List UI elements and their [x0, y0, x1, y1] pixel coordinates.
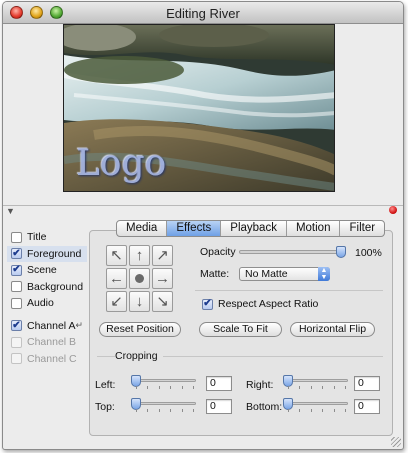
crop-left-label: Left:	[95, 379, 116, 391]
arrow-down-button[interactable]: ↓	[129, 291, 150, 312]
track-label: Foreground	[27, 247, 82, 260]
tab-filter[interactable]: Filter	[340, 221, 384, 236]
track-row[interactable]: Background	[7, 279, 87, 296]
track-label: Scene	[27, 264, 57, 277]
arrow-up-left-button[interactable]: ↖	[106, 245, 127, 266]
title-bar: Editing River	[3, 2, 403, 24]
crop-bottom-field[interactable]: 0	[354, 399, 380, 414]
center-dot-button[interactable]	[129, 268, 150, 289]
track-label: Channel A	[27, 319, 76, 332]
video-preview: Logo	[63, 24, 335, 192]
track-checkbox[interactable]: ✔	[11, 248, 22, 260]
track-checkbox	[11, 353, 22, 365]
track-label: Audio	[27, 297, 54, 310]
track-row[interactable]: Channel C	[7, 351, 87, 368]
crop-bottom-slider[interactable]	[286, 402, 348, 405]
arrow-down-left-button[interactable]: ↙	[106, 291, 127, 312]
track-list: Title ✔ Foreground ✔ Scene Background Audio ✔ Ch…	[7, 229, 87, 367]
link-hook-icon: ↵	[75, 319, 83, 330]
separator	[195, 290, 383, 291]
crop-top-field[interactable]: 0	[206, 399, 232, 414]
slider-ticks	[136, 409, 194, 413]
track-row[interactable]: ✔ Scene	[7, 262, 87, 279]
logo-overlay[interactable]: Logo	[76, 143, 166, 184]
tab-motion[interactable]: Motion	[287, 221, 341, 236]
cropping-heading: Cropping	[115, 350, 158, 362]
matte-value: No Matte	[245, 268, 288, 280]
track-label: Channel C	[27, 352, 77, 365]
crop-right-field[interactable]: 0	[354, 376, 380, 391]
popup-arrows-icon: ▲ ▼	[318, 267, 330, 281]
track-row[interactable]: Title	[7, 229, 87, 246]
arrow-up-icon: ↑	[135, 247, 144, 264]
track-checkbox[interactable]: ✔	[11, 320, 22, 332]
tab-effects[interactable]: Effects	[167, 221, 222, 236]
arrow-left-icon: ←	[109, 270, 124, 287]
track-checkbox[interactable]: ✔	[11, 264, 22, 276]
crop-right-label: Right:	[246, 379, 274, 391]
track-row[interactable]: ✔ Channel A ↵	[7, 318, 87, 335]
status-led-icon	[389, 206, 397, 214]
window-title: Editing River	[166, 6, 240, 21]
slider-ticks	[288, 386, 346, 390]
track-checkbox[interactable]	[11, 281, 22, 293]
track-label: Channel B	[27, 336, 77, 349]
matte-label: Matte:	[200, 268, 230, 280]
separator	[163, 356, 383, 357]
arrow-up-right-icon: ↗	[156, 247, 169, 264]
arrow-down-icon: ↓	[135, 293, 144, 310]
arrow-left-button[interactable]: ←	[106, 268, 127, 289]
respect-aspect-row[interactable]: ✔ Respect Aspect Ratio	[202, 298, 318, 310]
opacity-slider-knob[interactable]	[336, 246, 346, 258]
track-row[interactable]: ✔ Foreground	[7, 245, 87, 262]
slider-ticks	[136, 386, 194, 390]
track-checkbox[interactable]	[11, 297, 22, 309]
opacity-label: Opacity	[200, 246, 236, 258]
track-checkbox	[11, 336, 22, 348]
arrow-up-left-icon: ↖	[110, 247, 123, 264]
tab-media[interactable]: Media	[117, 221, 168, 236]
crop-top-slider[interactable]	[134, 402, 196, 405]
track-row[interactable]: Audio	[7, 295, 87, 312]
arrow-down-right-icon: ↘	[156, 293, 169, 310]
respect-aspect-label: Respect Aspect Ratio	[218, 298, 319, 310]
arrow-down-right-button[interactable]: ↘	[152, 291, 173, 312]
crop-left-field[interactable]: 0	[206, 376, 232, 391]
disclosure-triangle-icon[interactable]: ▼	[6, 206, 15, 216]
arrow-right-button[interactable]: →	[152, 268, 173, 289]
track-checkbox[interactable]	[11, 231, 22, 243]
inspector-tabs: Media Effects Playback Motion Filter	[116, 220, 386, 237]
crop-left-slider[interactable]	[134, 379, 196, 382]
separator	[97, 356, 115, 357]
matte-popup[interactable]: No Matte ▲ ▼	[239, 267, 330, 281]
center-dot-icon	[135, 274, 144, 283]
arrow-right-icon: →	[155, 270, 170, 287]
arrow-up-button[interactable]: ↑	[129, 245, 150, 266]
slider-ticks	[288, 409, 346, 413]
opacity-value: 100%	[355, 247, 382, 259]
arrow-up-right-button[interactable]: ↗	[152, 245, 173, 266]
crop-bottom-label: Bottom:	[246, 401, 283, 413]
track-row[interactable]: Channel B	[7, 334, 87, 351]
resize-grip-icon[interactable]	[391, 437, 401, 447]
track-label: Title	[27, 231, 47, 244]
arrow-down-left-icon: ↙	[110, 293, 123, 310]
editor-window: Editing River Logo ▼ Title ✔ Foreground …	[2, 1, 404, 450]
split-divider[interactable]	[3, 205, 403, 206]
crop-top-label: Top:	[95, 401, 115, 413]
crop-right-slider[interactable]	[286, 379, 348, 382]
track-label: Background	[27, 280, 84, 293]
scale-to-fit-button[interactable]: Scale To Fit	[199, 322, 282, 337]
tab-playback[interactable]: Playback	[221, 221, 287, 236]
position-pad: ↖ ↑ ↗ ← → ↙ ↓ ↘	[106, 245, 173, 312]
opacity-slider[interactable]	[239, 250, 346, 254]
respect-aspect-checkbox[interactable]: ✔	[202, 298, 213, 310]
reset-position-button[interactable]: Reset Position	[99, 322, 181, 337]
horizontal-flip-button[interactable]: Horizontal Flip	[290, 322, 375, 337]
